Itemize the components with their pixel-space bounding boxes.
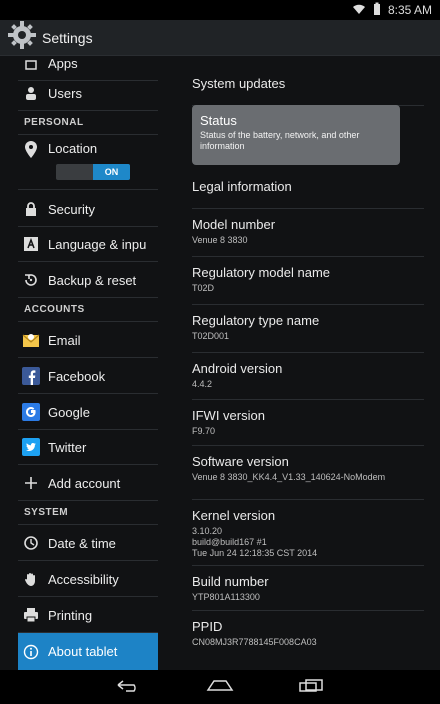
page-title: Settings xyxy=(42,29,93,46)
location-pin-icon xyxy=(22,141,40,159)
kernel-version-label: Kernel version xyxy=(192,508,276,523)
sidebar-item-facebook[interactable]: Facebook xyxy=(18,359,158,394)
android-version-value: 4.4.2 xyxy=(192,379,213,389)
status-description: Status of the battery, network, and othe… xyxy=(200,130,360,151)
ifwi-version-row: IFWI version F9.70 xyxy=(192,400,424,446)
sidebar-item-label: Location xyxy=(48,141,98,156)
hand-icon xyxy=(22,570,40,588)
users-icon xyxy=(22,84,40,102)
regulatory-model-value: T02D xyxy=(192,283,215,293)
sidebar-item-label: Twitter xyxy=(48,439,87,455)
system-updates-label: System updates xyxy=(192,76,286,91)
build-number-row[interactable]: Build number YTP801A113300 xyxy=(192,566,424,611)
sidebar-item-email[interactable]: Email xyxy=(18,323,158,358)
regulatory-type-value: T02D001 xyxy=(192,331,230,341)
sidebar-item-language[interactable]: Language & inpu xyxy=(18,227,158,262)
regulatory-type-row: Regulatory type name T02D001 xyxy=(192,305,424,353)
sidebar-item-location[interactable]: Location xyxy=(18,134,158,190)
settings-sidebar: Apps Users PERSONAL Location ON Security… xyxy=(0,56,170,670)
sidebar-item-date-time[interactable]: Date & time xyxy=(18,526,158,561)
model-number-label: Model number xyxy=(192,217,276,232)
android-version-label: Android version xyxy=(192,361,283,376)
kernel-version-value: 3.10.20 build@build167 #1 Tue Jun 24 12:… xyxy=(192,526,318,558)
regulatory-type-label: Regulatory type name xyxy=(192,313,320,328)
section-system: SYSTEM xyxy=(18,507,158,525)
model-number-value: Venue 8 3830 xyxy=(192,235,248,245)
ppid-label: PPID xyxy=(192,619,223,634)
kernel-version-row: Kernel version 3.10.20 build@build167 #1… xyxy=(192,500,424,566)
section-accounts: ACCOUNTS xyxy=(18,304,158,322)
status-row[interactable]: Status Status of the battery, network, a… xyxy=(192,105,400,165)
home-button[interactable] xyxy=(206,678,234,697)
wifi-icon xyxy=(352,3,366,18)
sidebar-item-label: Users xyxy=(48,85,82,101)
battery-icon xyxy=(372,2,382,19)
sidebar-item-security[interactable]: Security xyxy=(18,192,158,227)
toggle-on-label: ON xyxy=(93,164,130,180)
clock-icon xyxy=(22,534,40,552)
ppid-value: CN08MJ3R7788145F008CA03 xyxy=(192,637,317,647)
apps-icon xyxy=(22,56,40,72)
sidebar-item-printing[interactable]: Printing xyxy=(18,598,158,633)
status-bar: 8:35 AM xyxy=(0,0,440,20)
settings-gear-icon[interactable] xyxy=(8,21,36,54)
software-version-row: Software version Venue 8 3830_KK4.4_V1.3… xyxy=(192,446,424,500)
email-icon xyxy=(22,331,40,349)
sidebar-item-label: Facebook xyxy=(48,368,106,384)
twitter-icon xyxy=(22,438,40,456)
regulatory-model-label: Regulatory model name xyxy=(192,265,331,280)
system-updates-row[interactable]: System updates xyxy=(192,56,424,106)
sidebar-item-backup[interactable]: Backup & reset xyxy=(18,263,158,298)
system-navigation-bar xyxy=(0,670,440,704)
printer-icon xyxy=(22,606,40,624)
ifwi-version-label: IFWI version xyxy=(192,408,265,423)
regulatory-model-row: Regulatory model name T02D xyxy=(192,257,424,305)
recents-button[interactable] xyxy=(298,678,324,697)
google-icon xyxy=(22,403,40,421)
build-number-label: Build number xyxy=(192,574,269,589)
language-icon xyxy=(22,235,40,253)
sidebar-item-label: Backup & reset xyxy=(48,272,137,288)
sidebar-item-label: Email xyxy=(48,332,81,348)
sidebar-item-users[interactable]: Users xyxy=(18,76,158,111)
sidebar-item-label: Add account xyxy=(48,475,121,491)
ifwi-version-value: F9.70 xyxy=(192,426,216,436)
sidebar-item-label: About tablet xyxy=(48,644,118,659)
action-bar: Settings xyxy=(0,20,440,56)
status-title: Status xyxy=(200,113,237,128)
location-toggle[interactable]: ON xyxy=(56,164,130,180)
back-button[interactable] xyxy=(116,678,142,697)
sidebar-item-label: Accessibility xyxy=(48,571,119,587)
sidebar-item-about[interactable]: About tablet xyxy=(18,633,158,670)
android-version-row[interactable]: Android version 4.4.2 xyxy=(192,353,424,400)
sidebar-item-label: Apps xyxy=(48,56,78,71)
sidebar-item-accessibility[interactable]: Accessibility xyxy=(18,562,158,597)
model-number-row: Model number Venue 8 3830 xyxy=(192,209,424,257)
sidebar-item-label: Date & time xyxy=(48,535,116,551)
about-tablet-panel: System updates Status Status of the batt… xyxy=(176,56,440,670)
ppid-row: PPID CN08MJ3R7788145F008CA03 xyxy=(192,611,424,656)
build-number-value: YTP801A113300 xyxy=(192,592,260,602)
sidebar-item-label: Printing xyxy=(48,607,93,623)
sidebar-item-add-account[interactable]: Add account xyxy=(18,466,158,501)
backup-restore-icon xyxy=(22,271,40,289)
legal-information-label: Legal information xyxy=(192,179,292,194)
software-version-value: Venue 8 3830_KK4.4_V1.33_140624-NoModem xyxy=(192,472,386,482)
sidebar-item-label: Language & inpu xyxy=(48,236,147,252)
plus-icon xyxy=(22,474,40,492)
facebook-icon xyxy=(22,367,40,385)
section-personal: PERSONAL xyxy=(18,117,158,135)
info-icon xyxy=(22,643,40,661)
legal-information-row[interactable]: Legal information xyxy=(192,165,424,209)
sidebar-item-google[interactable]: Google xyxy=(18,395,158,430)
software-version-label: Software version xyxy=(192,454,289,469)
status-time: 8:35 AM xyxy=(387,3,432,17)
sidebar-item-label: Security xyxy=(48,201,95,217)
sidebar-item-twitter[interactable]: Twitter xyxy=(18,430,158,465)
lock-icon xyxy=(22,200,40,218)
sidebar-item-label: Google xyxy=(48,404,90,420)
